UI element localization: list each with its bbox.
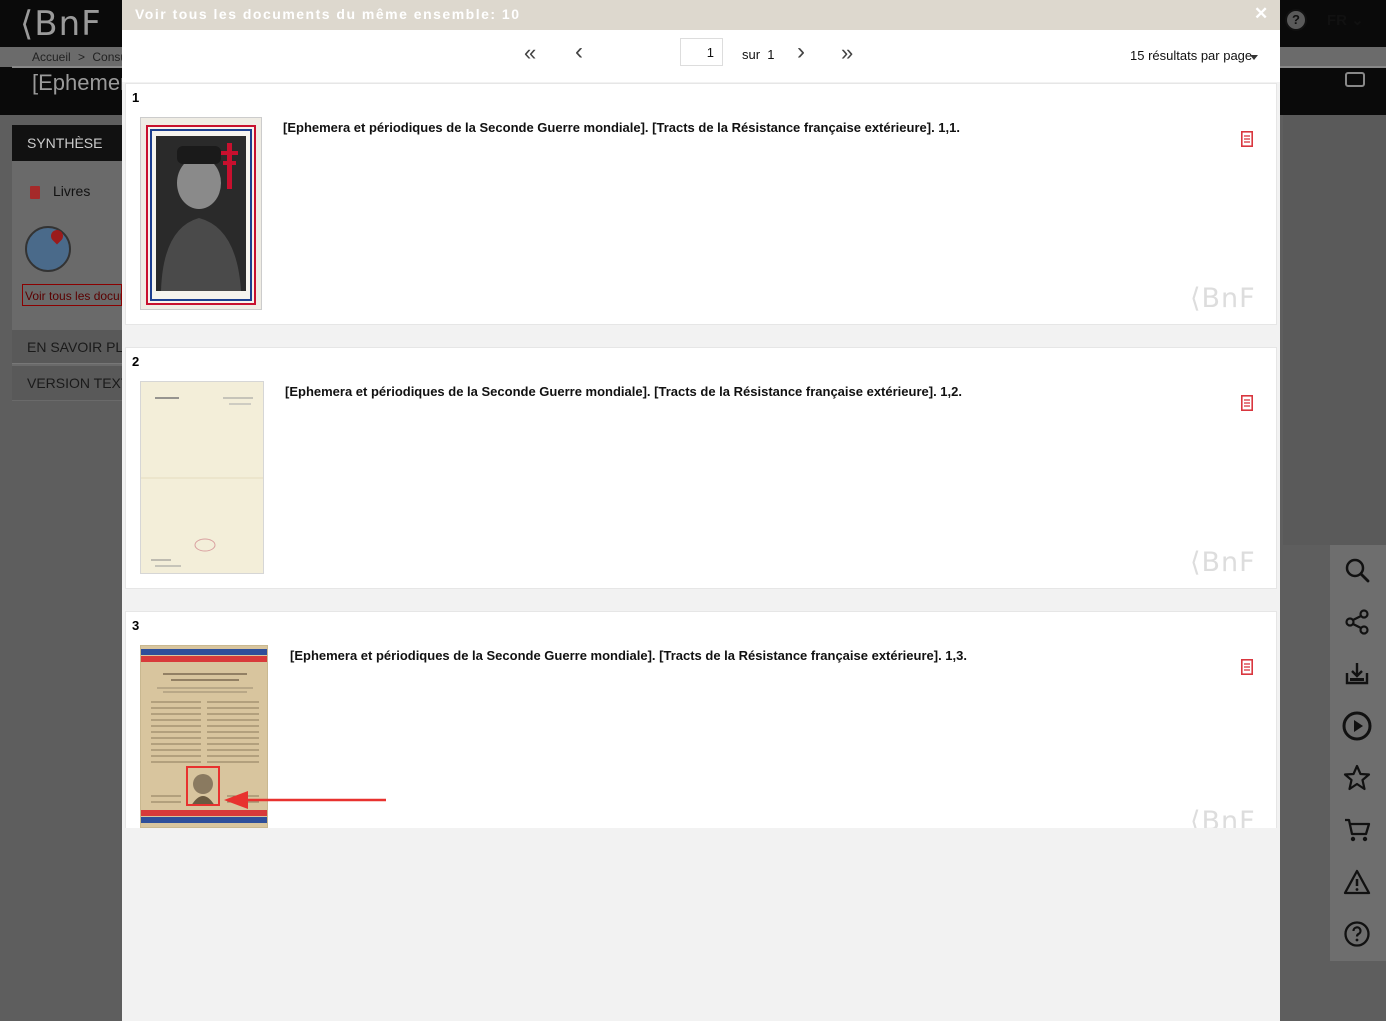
bnf-watermark: ⟨BnF <box>1190 547 1256 578</box>
first-page-button[interactable]: « <box>524 40 536 66</box>
document-icon[interactable] <box>1241 131 1253 152</box>
star-icon[interactable] <box>1340 761 1374 795</box>
results-per-page-dropdown[interactable]: 15 résultats par page <box>1130 48 1252 63</box>
language-selector[interactable]: FR ⌄ <box>1327 11 1364 29</box>
close-icon[interactable]: ✕ <box>1254 4 1268 24</box>
bnf-watermark: ⟨BnF <box>1190 283 1256 314</box>
document-icon[interactable] <box>1241 395 1253 416</box>
breadcrumb-home[interactable]: Accueil <box>32 50 71 64</box>
text-mode-icon[interactable] <box>1345 72 1365 87</box>
result-thumbnail[interactable] <box>140 381 264 574</box>
download-icon[interactable] <box>1340 657 1374 691</box>
result-title[interactable]: [Ephemera et périodiques de la Seconde G… <box>290 648 967 663</box>
share-icon[interactable] <box>1340 605 1374 639</box>
book-icon <box>30 186 40 199</box>
caret-down-icon[interactable] <box>1250 55 1258 60</box>
modal-title: Voir tous les documents du même ensemble… <box>135 6 521 22</box>
cart-icon[interactable] <box>1340 813 1374 847</box>
breadcrumb: Accueil > Consult <box>32 50 133 64</box>
help-button[interactable]: ? <box>1285 9 1307 31</box>
page-number-input[interactable] <box>680 38 723 66</box>
result-number: 3 <box>132 618 140 633</box>
page-count-label: sur 1 <box>742 47 775 62</box>
version-texte-tab[interactable]: VERSION TEXTE ( <box>12 366 122 400</box>
last-page-button[interactable]: » <box>841 40 853 66</box>
play-icon[interactable] <box>1340 709 1374 743</box>
livres-link[interactable]: Livres <box>53 183 90 199</box>
synthese-tab[interactable]: SYNTHÈSE <box>12 125 122 161</box>
prev-page-button[interactable]: ‹ <box>575 38 583 66</box>
annotation-arrow-icon <box>224 791 386 809</box>
en-savoir-plus-tab[interactable]: EN SAVOIR PLUS <box>12 330 122 364</box>
search-icon[interactable] <box>1340 553 1374 587</box>
help-icon[interactable] <box>1340 917 1374 951</box>
result-number: 1 <box>132 90 140 105</box>
voir-tous-button[interactable]: Voir tous les docume <box>22 284 122 306</box>
result-title[interactable]: [Ephemera et périodiques de la Seconde G… <box>283 120 960 135</box>
bnf-watermark: ⟨BnF <box>1190 806 1256 828</box>
next-page-button[interactable]: › <box>797 38 805 66</box>
globe-icon[interactable] <box>25 226 71 272</box>
document-icon[interactable] <box>1241 659 1253 680</box>
breadcrumb-separator: > <box>78 50 86 64</box>
annotation-highlight-box <box>186 766 220 806</box>
right-background-area <box>1283 115 1386 545</box>
result-number: 2 <box>132 354 140 369</box>
result-title[interactable]: [Ephemera et périodiques de la Seconde G… <box>285 384 962 399</box>
result-thumbnail[interactable] <box>140 117 262 310</box>
bnf-logo[interactable]: ⟨BnF <box>20 4 102 44</box>
warning-icon[interactable] <box>1340 865 1374 899</box>
